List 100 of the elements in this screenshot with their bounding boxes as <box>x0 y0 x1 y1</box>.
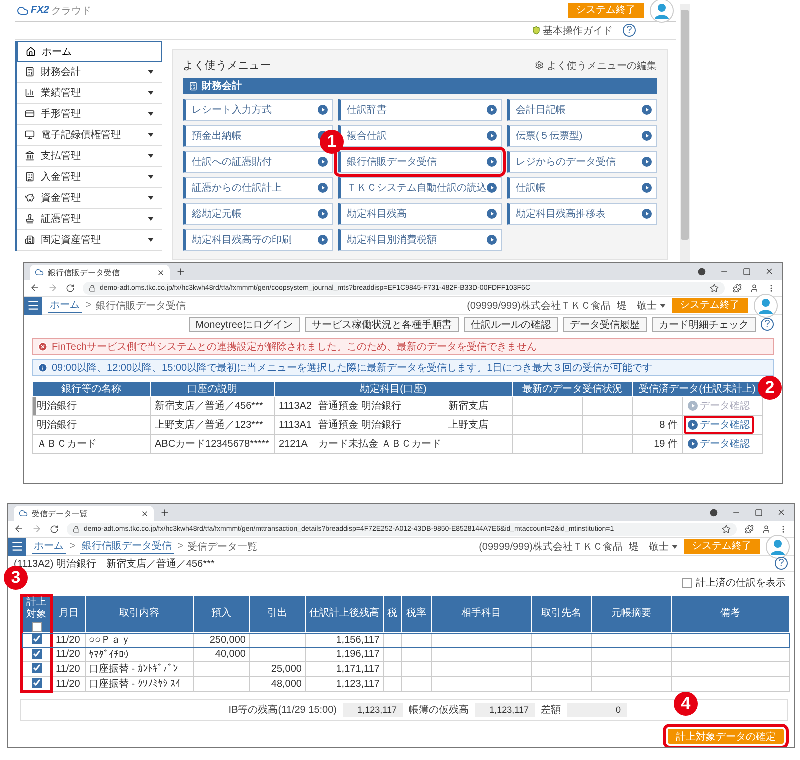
table-row[interactable]: 11/20 口座振替 - ｶﾝﾄｷﾞﾃﾞﾝ 25,000 1,171,117 <box>22 662 790 676</box>
menu-button[interactable]: 会計日記帳 <box>507 99 657 121</box>
office-icon <box>25 235 35 245</box>
data-check-link[interactable]: データ確認 <box>684 416 754 434</box>
checkbox-label: 計上済の仕訳を表示 <box>696 576 786 590</box>
menu-button[interactable]: 複合仕訳 <box>338 125 502 147</box>
star-icon[interactable] <box>710 284 719 292</box>
close-icon[interactable] <box>141 510 149 518</box>
menu-button[interactable]: 伝票(５伝票型) <box>507 125 657 147</box>
table-cell: 口座振替 - ｶﾝﾄｷﾞﾃﾞﾝ <box>86 662 194 676</box>
star-icon[interactable] <box>722 524 731 534</box>
checkbox[interactable] <box>32 622 42 632</box>
table-cell: 新宿支店 <box>444 396 512 416</box>
maximize-icon[interactable] <box>743 268 751 276</box>
table-cell: 11/20 <box>52 648 86 662</box>
reload-icon[interactable] <box>66 284 75 292</box>
record-icon[interactable] <box>710 508 718 516</box>
menu-button[interactable]: レジからのデータ受信 <box>507 151 657 173</box>
menu-button[interactable] <box>24 296 42 314</box>
error-icon <box>38 342 48 352</box>
play-icon <box>487 183 497 193</box>
help-button[interactable]: ? <box>761 318 774 331</box>
toolbar-button[interactable]: Moneytreeにログイン <box>188 317 300 332</box>
toolbar-button[interactable]: データ受信履歴 <box>563 317 647 332</box>
table-row[interactable]: 11/20 ﾔﾏﾀﾞｲﾁﾛｳ 40,000 1,196,117 <box>22 648 790 662</box>
new-tab-icon[interactable] <box>176 267 186 277</box>
back-icon[interactable] <box>30 283 40 293</box>
menu-button[interactable]: ＴＫＣシステム自動仕訳の読込 <box>338 177 502 199</box>
checkbox[interactable] <box>32 634 42 644</box>
summary-value: 1,123,117 <box>343 703 403 717</box>
browser-tab[interactable]: 受信データ一覧 <box>14 506 154 521</box>
puzzle-icon[interactable] <box>745 524 754 534</box>
back-icon[interactable] <box>14 524 24 534</box>
profile-icon[interactable] <box>750 284 759 292</box>
reload-icon[interactable] <box>50 524 59 534</box>
menu-button[interactable] <box>8 538 26 556</box>
lock-icon <box>73 526 80 532</box>
table-cell: 普通預金 明治銀行 <box>314 396 444 416</box>
table-cell: カード未払金 ＡＢＣカード <box>314 434 444 454</box>
record-icon[interactable] <box>698 268 706 276</box>
table-cell: 口座振替 - ｸﾜﾉﾐﾔｼ ｽｲ <box>86 676 194 692</box>
scrollbar[interactable] <box>680 4 690 262</box>
breadcrumb-link[interactable]: ホーム <box>32 539 66 554</box>
play-icon <box>487 209 497 219</box>
toolbar-button[interactable]: カード明細チェック <box>652 317 756 332</box>
checkbox[interactable] <box>32 663 42 673</box>
sidebar-item[interactable]: ホーム <box>17 41 162 62</box>
breadcrumb-link[interactable]: ホーム <box>48 298 82 313</box>
table-cell: 25,000 <box>250 662 306 676</box>
table-cell: 8 件 <box>632 416 682 434</box>
menu-button[interactable]: 勘定科目残高推移表 <box>507 203 657 225</box>
play-icon <box>642 157 652 167</box>
menu-button[interactable]: 勘定科目別消費税額 <box>338 229 502 251</box>
toolbar-button[interactable]: 仕訳ルールの確認 <box>464 317 558 332</box>
help-button[interactable]: ? <box>775 557 788 570</box>
menu-button[interactable]: 仕訳帳 <box>507 177 657 199</box>
help-button[interactable]: ? <box>623 24 636 37</box>
browser-tab[interactable]: 銀行信販データ受信 <box>30 265 170 280</box>
checkbox[interactable] <box>32 678 42 688</box>
menu-button[interactable]: 仕訳への証憑貼付 <box>183 151 333 173</box>
new-tab-icon[interactable] <box>160 508 170 518</box>
avatar-icon <box>766 534 790 558</box>
summary-value: 0 <box>567 703 627 717</box>
table-cell: 19 件 <box>632 434 682 454</box>
menu-button[interactable]: 勘定科目残高等の印刷 <box>183 229 333 251</box>
user-menu[interactable]: 堤 敬士 <box>617 298 666 312</box>
menu-button[interactable]: 勘定科目残高 <box>338 203 502 225</box>
close-icon[interactable] <box>157 268 165 276</box>
menu-button[interactable]: 総勘定元帳 <box>183 203 333 225</box>
edit-link[interactable]: よく使うメニューの編集 <box>535 58 657 72</box>
menu-button[interactable]: レシート入力方式 <box>183 99 333 121</box>
caret-icon <box>660 304 666 308</box>
column-header: 税率 <box>402 596 432 632</box>
table-row[interactable]: 11/20 口座振替 - ｸﾜﾉﾐﾔｼ ｽｲ 48,000 1,123,117 <box>22 676 790 692</box>
play-icon <box>642 105 652 115</box>
table-cell: 上野支店／普通／123*** <box>150 416 274 434</box>
toolbar-button[interactable]: サービス稼働状況と各種手順書 <box>305 317 459 332</box>
checkbox[interactable] <box>682 578 692 588</box>
table-row[interactable]: 明治銀行 上野支店／普通／123*** 1113A1 普通預金 明治銀行 上野支店 8 件 データ確認 <box>32 416 763 434</box>
profile-icon[interactable] <box>762 524 771 534</box>
menu-button[interactable]: 仕訳辞書 <box>338 99 502 121</box>
close-icon[interactable] <box>777 508 786 517</box>
table-row[interactable]: 11/20 ○○Ｐａｙ 250,000 1,156,117 <box>22 632 790 648</box>
guide-link[interactable]: 基本操作ガイド <box>532 24 613 38</box>
table-row[interactable]: ＡＢＣカード ABCカード12345678***** 2121A カード未払金 ＡＢＣカード 19 件 データ確認 <box>32 434 763 454</box>
checkbox[interactable] <box>32 648 42 658</box>
maximize-icon[interactable] <box>755 508 763 516</box>
column-header: 取引先名 <box>532 596 592 632</box>
column-header: 引出 <box>250 596 306 632</box>
column-header: 計上対象 <box>26 597 48 621</box>
company-name: (09999/999)株式会社ＴＫＣ食品 <box>467 300 611 312</box>
column-header: 月日 <box>52 596 86 632</box>
user-menu[interactable]: 堤 敬士 <box>629 540 678 554</box>
play-icon <box>642 209 652 219</box>
menu-button[interactable]: 証憑からの仕訳計上 <box>183 177 333 199</box>
close-icon[interactable] <box>765 267 774 276</box>
stamp-icon <box>25 214 35 224</box>
puzzle-icon[interactable] <box>733 284 742 292</box>
breadcrumb-link[interactable]: 銀行信販データ受信 <box>80 539 174 554</box>
play-icon <box>318 235 328 245</box>
